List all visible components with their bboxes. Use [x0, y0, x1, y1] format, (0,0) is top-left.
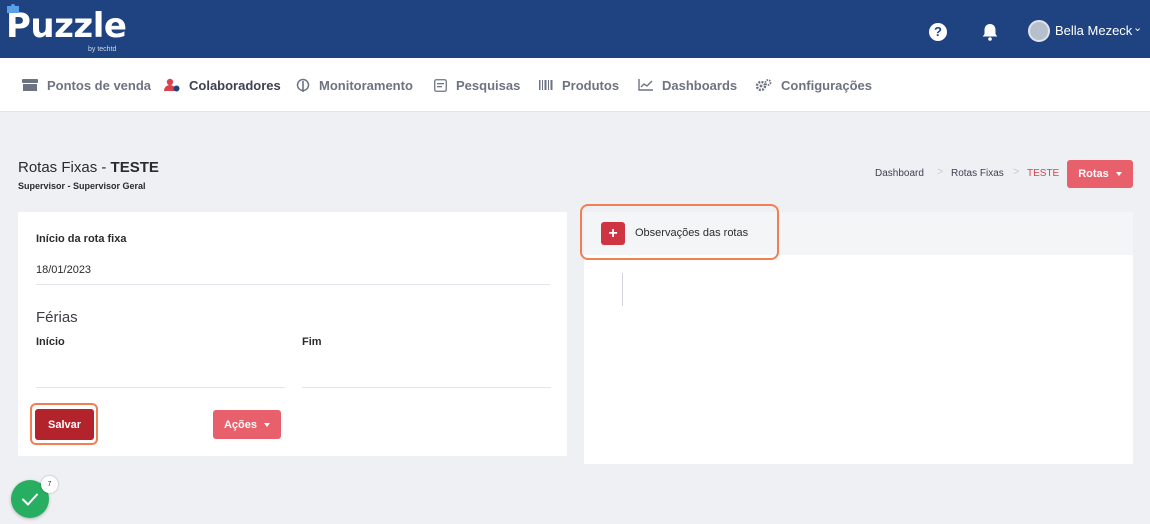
plus-icon[interactable]: +: [601, 222, 625, 245]
gears-icon: [755, 78, 772, 91]
barcode-icon: [539, 80, 553, 90]
store-icon: [22, 79, 38, 91]
breadcrumb-dashboard[interactable]: Dashboard: [875, 168, 924, 179]
main-nav: Pontos de venda Colaboradores Monitorame…: [0, 58, 1150, 112]
nav-item-produtos[interactable]: Produtos: [539, 58, 619, 112]
brand-name: Puzzle: [6, 6, 127, 46]
nav-item-colaboradores[interactable]: Colaboradores: [164, 58, 281, 112]
survey-icon: [434, 78, 447, 92]
users-icon: [164, 78, 180, 92]
ferias-inicio-underline: [36, 387, 285, 388]
nav-label: Monitoramento: [319, 77, 413, 93]
puzzle-piece-icon: [7, 4, 19, 13]
inicio-rota-label: Início da rota fixa: [36, 233, 127, 245]
monitor-icon: [296, 78, 310, 92]
actions-button-label: Ações: [223, 418, 258, 431]
nav-label: Pesquisas: [456, 77, 521, 93]
brand-logo[interactable]: Puzzle: [6, 4, 127, 46]
chevron-down-icon[interactable]: ⌄: [1133, 21, 1142, 34]
ferias-inicio-field[interactable]: [36, 366, 285, 384]
actions-dropdown-button[interactable]: Ações: [213, 410, 281, 439]
nav-label: Colaboradores: [189, 77, 281, 93]
brand-tagline: by techtd: [88, 46, 117, 53]
ferias-inicio-label: Início: [36, 336, 65, 348]
observations-label[interactable]: Observações das rotas: [635, 227, 748, 239]
breadcrumb-separator: >: [1013, 166, 1020, 178]
nav-label: Produtos: [562, 77, 620, 93]
inicio-rota-underline: [36, 284, 550, 285]
page-title-name: TESTE: [110, 159, 159, 176]
page-title-prefix: Rotas Fixas -: [18, 159, 111, 176]
ferias-section-title: Férias: [36, 309, 78, 326]
top-bar: Puzzle by techtd ? Bella Mezeck ⌄: [0, 0, 1150, 58]
route-form-card: [18, 212, 567, 456]
ferias-fim-underline: [302, 387, 551, 388]
nav-item-pontos-de-venda[interactable]: Pontos de venda: [22, 58, 151, 112]
inicio-rota-field[interactable]: 18/01/2023: [36, 264, 91, 276]
question-circle-icon[interactable]: ?: [929, 23, 947, 41]
ferias-fim-field[interactable]: [302, 366, 551, 384]
nav-label: Configurações: [781, 77, 873, 93]
nav-label: Dashboards: [662, 77, 738, 93]
observations-editor-cursor[interactable]: [622, 273, 623, 306]
nav-label: Pontos de venda: [47, 77, 152, 93]
nav-item-pesquisas[interactable]: Pesquisas: [434, 58, 520, 112]
bell-icon[interactable]: [980, 22, 1000, 42]
breadcrumb-current: TESTE: [1027, 168, 1060, 179]
caret-down-icon: [1115, 172, 1122, 176]
page-title: Rotas Fixas - TESTE: [18, 159, 159, 176]
ferias-fim-label: Fim: [302, 336, 322, 348]
rotas-button-label: Rotas: [1078, 168, 1109, 180]
save-button[interactable]: Salvar: [35, 409, 94, 440]
breadcrumb-separator: >: [937, 166, 944, 178]
rotas-dropdown-button[interactable]: Rotas: [1067, 160, 1133, 188]
chart-line-icon: [638, 79, 653, 91]
nav-item-monitoramento[interactable]: Monitoramento: [296, 58, 413, 112]
user-name[interactable]: Bella Mezeck: [1055, 23, 1132, 38]
nav-item-configuracoes[interactable]: Configurações: [755, 58, 872, 112]
nav-item-dashboards[interactable]: Dashboards: [638, 58, 737, 112]
breadcrumb-rotas-fixas[interactable]: Rotas Fixas: [951, 168, 1004, 179]
status-badge-count: 7: [41, 476, 58, 493]
page-subtitle: Supervisor - Supervisor Geral: [18, 181, 146, 191]
avatar[interactable]: [1028, 20, 1050, 42]
caret-down-icon: [264, 422, 271, 427]
